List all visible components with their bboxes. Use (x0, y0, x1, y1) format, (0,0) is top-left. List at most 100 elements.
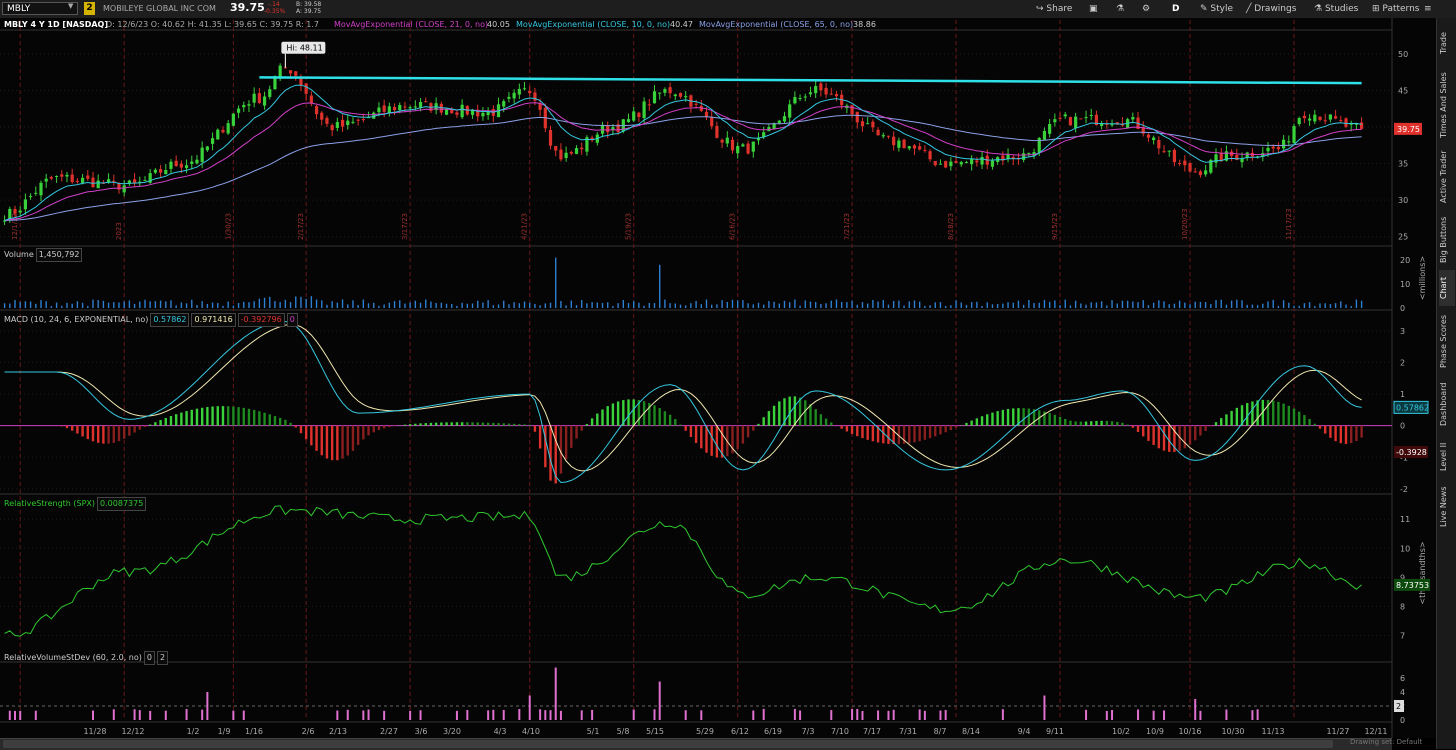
candle-body (559, 149, 563, 160)
hist-badge-text: -0.3928 (1396, 448, 1427, 457)
patterns-button[interactable]: ⊞ Patterns (1372, 3, 1420, 15)
sidebar-tab-trade[interactable]: Trade (1439, 20, 1455, 66)
candle-body (190, 161, 194, 164)
time-axis-label: 12/12 (121, 727, 144, 736)
candle-body (1297, 118, 1301, 124)
drawing-set-label: Drawing set: Default (1350, 738, 1423, 746)
time-axis-label: 1/2 (187, 727, 200, 736)
sidebar-tab-phase-scores[interactable]: Phase Scores (1439, 308, 1455, 374)
candle-body (70, 174, 74, 183)
candle-body (564, 152, 568, 158)
candle-body (1282, 139, 1286, 149)
snapshot-icon[interactable]: ▣ (1089, 3, 1098, 15)
candle-body (1360, 122, 1364, 129)
sidebar-tab-big-buttons[interactable]: Big Buttons (1439, 212, 1455, 268)
sidebar-tab-chart[interactable]: Chart (1439, 270, 1455, 306)
month-marker-label: 6/16/23 (729, 213, 737, 240)
flask-icon[interactable]: ⚗ (1116, 3, 1124, 15)
horizontal-scrollbar[interactable]: Drawing set: Default (0, 738, 1422, 750)
rs-axis-tick: 10 (1400, 544, 1410, 553)
candle-body (975, 160, 979, 163)
candle-body (860, 121, 865, 127)
candle-body (1074, 116, 1078, 129)
macd-label: MACD (10, 24, 6, EXPONENTIAL, no) 0.57862… (4, 313, 298, 327)
time-axis-label: 7/10 (831, 727, 849, 736)
month-marker-label: 8/18/23 (947, 213, 955, 240)
rs-unit-label: <thousandths> (1418, 541, 1427, 604)
time-axis-label: 10/16 (1178, 727, 1201, 736)
scrollbar-thumb[interactable] (3, 740, 1333, 748)
candle-body (928, 151, 932, 160)
macd-axis-tick: 3 (1400, 327, 1405, 336)
line-icon: ╱ (1246, 4, 1252, 14)
sidebar-tab-active-trader[interactable]: Active Trader (1439, 144, 1455, 210)
candle-body (632, 111, 636, 121)
patterns-label: Patterns (1382, 4, 1420, 14)
top-toolbar: MBLY ▼ 2 MOBILEYE GLOBAL INC COM 39.75 -… (0, 0, 1456, 19)
volume-label: Volume 1,450,792 (4, 248, 83, 262)
candle-body (221, 129, 225, 133)
style-button[interactable]: ✎ Style (1200, 3, 1233, 15)
candle-body (1328, 114, 1333, 120)
candle-body (528, 91, 532, 94)
candle-body (320, 112, 324, 120)
gear-icon[interactable]: ⚙ (1142, 3, 1150, 15)
symbol-input[interactable]: MBLY (2, 2, 78, 15)
share-label: Share (1046, 4, 1073, 14)
rvol-value-2: 2 (156, 651, 169, 665)
timeframe-button[interactable]: D (1172, 3, 1179, 15)
candle-body (174, 160, 178, 167)
studies-button[interactable]: ⚗ Studies (1314, 3, 1358, 15)
candle-body (205, 146, 209, 151)
candle-body (824, 87, 828, 95)
candle-body (28, 196, 33, 198)
candle-body (949, 161, 953, 167)
candle-body (1042, 131, 1047, 140)
candle-body (1183, 160, 1187, 166)
time-axis-label: 2/6 (302, 727, 315, 736)
rvol-badge-text: 2 (1396, 702, 1401, 711)
candle-body (1172, 149, 1177, 163)
macd-value: 0.57862 (150, 313, 190, 327)
candle-body (502, 101, 506, 107)
candle-body (829, 93, 833, 95)
candle-body (18, 210, 22, 213)
candle-body (408, 107, 412, 109)
sidebar-tab-times-and-sales[interactable]: Times And Sales (1439, 68, 1455, 142)
time-axis-label: 10/30 (1221, 727, 1244, 736)
candle-body (450, 109, 454, 114)
candle-body (200, 147, 204, 162)
last-price-badge-text: 39.75 (1397, 125, 1420, 134)
candle-body (720, 139, 724, 143)
candle-body (886, 135, 891, 137)
time-axis-label: 2/13 (329, 727, 347, 736)
candle-body (262, 96, 267, 106)
candle-body (1235, 155, 1239, 160)
sidebar-tab-dashboard[interactable]: Dashboard (1439, 376, 1455, 432)
chevron-down-icon[interactable]: ▼ (68, 2, 73, 10)
candle-body (1308, 118, 1312, 121)
candle-body (1152, 137, 1156, 141)
candle-body (606, 125, 610, 133)
candle-body (216, 129, 220, 140)
candle-body (1084, 117, 1088, 119)
candle-body (309, 95, 313, 104)
candle-body (1131, 117, 1135, 120)
candle-body (481, 112, 485, 117)
candle-body (86, 175, 90, 179)
month-marker-label: 5/19/23 (625, 213, 633, 240)
candle-body (1053, 119, 1057, 123)
sidebar-tab-live-news[interactable]: Live News (1439, 482, 1455, 532)
pen-icon: ✎ (1200, 4, 1208, 14)
candle-body (1214, 154, 1218, 163)
candle-body (444, 109, 449, 115)
share-button[interactable]: ↪ Share (1036, 3, 1072, 15)
link-group-badge[interactable]: 2 (84, 2, 95, 15)
candle-body (1287, 141, 1291, 143)
drawings-button[interactable]: ╱ Drawings (1246, 3, 1296, 15)
sidebar-tab-level-ii[interactable]: Level II (1439, 434, 1455, 480)
candle-body (933, 161, 937, 166)
ema21-label: MovAvgExponential (CLOSE, 21, 0, no) (334, 20, 489, 29)
chart-area[interactable]: 12/1/22 2023 1/30/23 2/17/23 3/17/23 4/21/23 5… (0, 18, 1436, 738)
menu-icon[interactable]: ≡ (1424, 3, 1432, 15)
